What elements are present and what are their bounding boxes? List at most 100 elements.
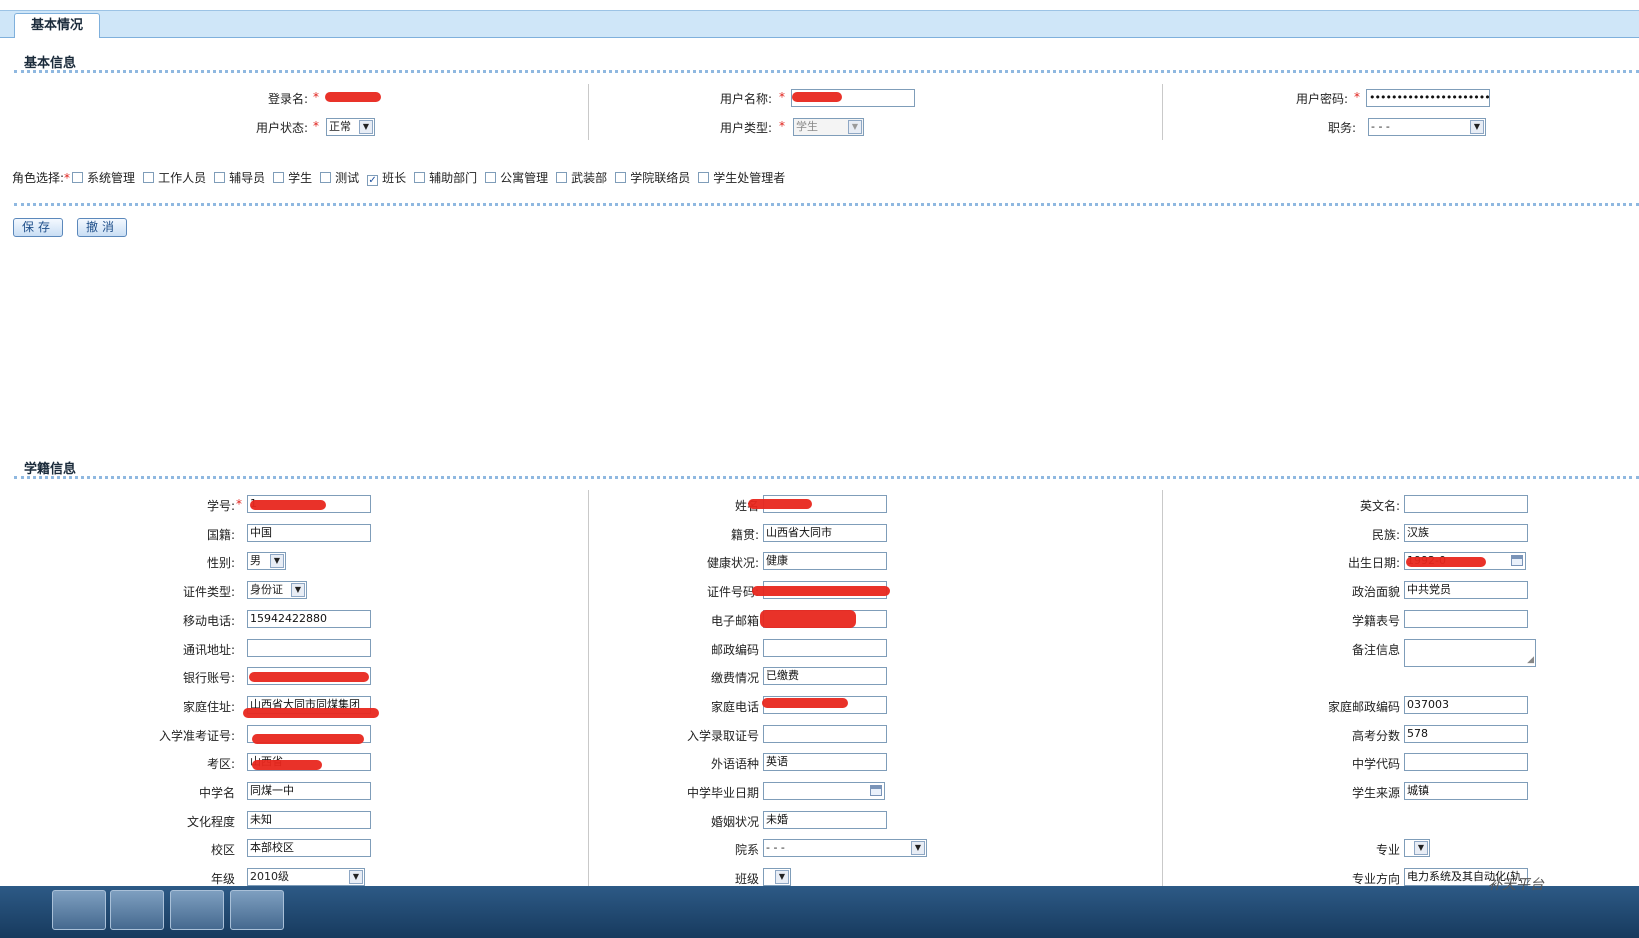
- field-input[interactable]: 578: [1404, 725, 1528, 743]
- field-input[interactable]: [763, 725, 887, 743]
- role-checkbox[interactable]: ✓: [367, 175, 379, 186]
- field-textarea[interactable]: ◢: [1404, 639, 1536, 667]
- field-input[interactable]: [247, 639, 371, 657]
- role-option[interactable]: 武装部: [554, 169, 607, 186]
- field-input[interactable]: 037003: [1404, 696, 1528, 714]
- role-checkbox[interactable]: [214, 172, 226, 183]
- field-input[interactable]: 未婚: [763, 811, 887, 829]
- field-select[interactable]: ▼: [1404, 839, 1430, 857]
- role-checkbox[interactable]: [414, 172, 426, 183]
- chevron-down-icon: ▼: [291, 583, 305, 597]
- role-option[interactable]: 学生处管理者: [696, 169, 785, 186]
- field-input[interactable]: 英语: [763, 753, 887, 771]
- field-select[interactable]: - - - ▼: [763, 839, 927, 857]
- taskbar-button[interactable]: [230, 890, 284, 930]
- role-option[interactable]: 公寓管理: [483, 169, 548, 186]
- field-label: 政治面貌: [1351, 585, 1400, 599]
- redacted-bank-account: [249, 672, 369, 682]
- field-input[interactable]: 中共党员: [1404, 581, 1528, 599]
- section-title-school: 学籍信息: [24, 462, 77, 477]
- calendar-icon[interactable]: [870, 785, 882, 796]
- field-label: 入学录取证号: [686, 729, 759, 743]
- field-label: 班级: [734, 872, 759, 886]
- password-input[interactable]: ••••••••••••••••••••••: [1366, 89, 1490, 107]
- role-option[interactable]: 学院联络员: [613, 169, 690, 186]
- redacted-login-name: [325, 92, 381, 102]
- field-input[interactable]: [1404, 753, 1528, 771]
- calendar-icon[interactable]: [1511, 555, 1523, 566]
- taskbar-button[interactable]: [110, 890, 164, 930]
- field-input[interactable]: 中国: [247, 524, 371, 542]
- user-type-label: 用户类型:: [719, 121, 772, 135]
- role-checkbox[interactable]: [320, 172, 332, 183]
- resize-grip-icon[interactable]: ◢: [1527, 656, 1534, 665]
- field-label: 证件类型:: [182, 585, 235, 599]
- column-separator: [1162, 490, 1163, 886]
- role-option-label: 学生: [288, 171, 313, 185]
- role-option-label: 辅助部门: [429, 171, 478, 185]
- date-input[interactable]: [763, 782, 885, 800]
- field-label: 出生日期:: [1347, 556, 1400, 570]
- field-label: 中学代码: [1351, 757, 1400, 771]
- user-type-select[interactable]: 学生 ▼: [793, 118, 864, 136]
- role-checkbox[interactable]: [698, 172, 710, 183]
- cancel-button[interactable]: 撤消: [77, 218, 127, 237]
- role-checkbox[interactable]: [273, 172, 285, 183]
- field-input[interactable]: 健康: [763, 552, 887, 570]
- field-select[interactable]: 2010级 ▼: [247, 868, 365, 886]
- field-input[interactable]: [1404, 610, 1528, 628]
- field-label: 缴费情况: [710, 671, 759, 685]
- field-select[interactable]: 男 ▼: [247, 552, 286, 570]
- tab-basic-info[interactable]: 基本情况: [14, 13, 100, 38]
- field-input[interactable]: 汉族: [1404, 524, 1528, 542]
- field-input[interactable]: 未知: [247, 811, 371, 829]
- field-label: 校区: [210, 843, 235, 857]
- field-input[interactable]: 城镇: [1404, 782, 1528, 800]
- field-input[interactable]: 同煤一中: [247, 782, 371, 800]
- field-select[interactable]: 身份证 ▼: [247, 581, 307, 599]
- chevron-down-icon: ▼: [270, 554, 284, 568]
- role-checkbox[interactable]: [143, 172, 155, 183]
- user-status-label: 用户状态:: [255, 121, 308, 135]
- role-option-label: 学院联络员: [630, 171, 691, 185]
- role-option[interactable]: 辅导员: [212, 169, 265, 186]
- taskbar-button[interactable]: [52, 890, 106, 930]
- redacted-id-number: [752, 586, 890, 596]
- field-label: 专业方向: [1351, 872, 1400, 886]
- user-status-select[interactable]: 正常 ▼: [326, 118, 375, 136]
- field-label: 通讯地址:: [182, 643, 235, 657]
- role-option[interactable]: 学生: [271, 169, 312, 186]
- role-option[interactable]: 系统管理: [70, 169, 135, 186]
- field-label: 家庭邮政编码: [1327, 700, 1400, 714]
- field-label: 移动电话:: [182, 614, 235, 628]
- field-input[interactable]: 本部校区: [247, 839, 371, 857]
- field-label: 国籍:: [206, 528, 235, 542]
- field-select[interactable]: ▼: [763, 868, 791, 886]
- field-label: 高考分数: [1351, 729, 1400, 743]
- required-mark: *: [779, 119, 785, 133]
- duty-select[interactable]: - - - ▼: [1368, 118, 1486, 136]
- role-option[interactable]: 辅助部门: [412, 169, 477, 186]
- role-checkbox[interactable]: [556, 172, 568, 183]
- required-mark: *: [313, 90, 319, 104]
- field-label: 专业: [1375, 843, 1400, 857]
- login-name-label: 登录名:: [267, 92, 308, 106]
- role-option[interactable]: 测试: [318, 169, 359, 186]
- field-input[interactable]: [1404, 495, 1528, 513]
- taskbar-button[interactable]: [170, 890, 224, 930]
- field-input[interactable]: [763, 639, 887, 657]
- field-input[interactable]: 已缴费: [763, 667, 887, 685]
- role-checkbox[interactable]: [72, 172, 84, 183]
- role-option[interactable]: ✓ 班长: [365, 169, 406, 186]
- chevron-down-icon: ▼: [359, 120, 373, 134]
- role-checkbox[interactable]: [485, 172, 497, 183]
- field-input[interactable]: 15942422880: [247, 610, 371, 628]
- column-separator: [588, 490, 589, 886]
- role-option[interactable]: 工作人员: [141, 169, 206, 186]
- required-mark: *: [236, 497, 242, 511]
- field-input[interactable]: 山西省大同市: [763, 524, 887, 542]
- save-button[interactable]: 保存: [13, 218, 63, 237]
- role-checkbox[interactable]: [615, 172, 627, 183]
- section-title-basic: 基本信息: [24, 56, 77, 71]
- password-label: 用户密码:: [1295, 92, 1348, 106]
